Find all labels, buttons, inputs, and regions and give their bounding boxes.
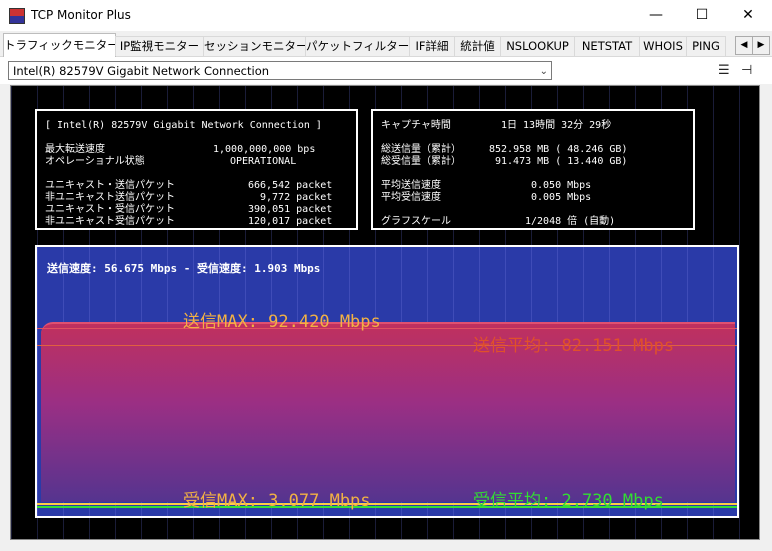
recv-max-label: 受信MAX: 3.077 Mbps xyxy=(183,491,371,511)
info-label: 最大転送速度 xyxy=(45,144,105,155)
tab-netstat[interactable]: NETSTAT xyxy=(574,36,640,56)
tab-strip: トラフィックモニター IP監視モニター セッションモニター パケットフィルター … xyxy=(0,32,772,57)
tab-if-detail[interactable]: IF詳細 xyxy=(409,36,455,56)
info-label: 総送信量（累計） xyxy=(381,144,461,155)
adapter-info-box: [ Intel(R) 82579V Gigabit Network Connec… xyxy=(35,109,358,230)
capture-value: 1日 13時間 32分 29秒 xyxy=(501,120,612,131)
capture-label: キャプチャ時間 xyxy=(381,120,451,131)
info-label: ユニキャスト・送信パケット xyxy=(45,180,175,191)
current-speed-readout: 送信速度: 56.675 Mbps - 受信速度: 1.903 Mbps xyxy=(47,262,321,275)
adapter-select-value: Intel(R) 82579V Gigabit Network Connecti… xyxy=(13,64,270,78)
tab-ping[interactable]: PING xyxy=(686,36,726,56)
tab-ip-monitor[interactable]: IP監視モニター xyxy=(115,36,204,56)
info-value: OPERATIONAL xyxy=(230,156,297,167)
info-value: 852.958 MB ( 48.246 GB) xyxy=(489,144,628,155)
info-label: 総受信量（累計） xyxy=(381,156,461,167)
traffic-graph: 送信速度: 56.675 Mbps - 受信速度: 1.903 Mbps 送信M… xyxy=(35,245,739,518)
close-button[interactable]: ✕ xyxy=(725,0,771,31)
tab-scroll-right-icon[interactable]: ▶ xyxy=(752,36,770,55)
info-label: ユニキャスト・受信パケット xyxy=(45,204,175,215)
info-value: 0.005 Mbps xyxy=(531,192,592,203)
tab-packet-filter[interactable]: パケットフィルター xyxy=(305,36,410,56)
send-avg-label: 送信平均: 82.151 Mbps xyxy=(473,336,675,356)
adapter-header: [ Intel(R) 82579V Gigabit Network Connec… xyxy=(45,120,322,131)
tab-nslookup[interactable]: NSLOOKUP xyxy=(500,36,575,56)
info-label: 非ユニキャスト受信パケット xyxy=(45,216,175,227)
tab-statistics[interactable]: 統計値 xyxy=(454,36,501,56)
info-value: 1,000,000,000 bps xyxy=(213,144,316,155)
minimize-button[interactable]: — xyxy=(633,0,679,31)
tab-scroll-left-icon[interactable]: ◀ xyxy=(735,36,753,55)
info-label: オペレーショナル状態 xyxy=(45,156,145,167)
traffic-monitor-panel: [ Intel(R) 82579V Gigabit Network Connec… xyxy=(10,85,760,540)
list-icon[interactable]: ☰ xyxy=(718,63,730,78)
scale-value: 1/2048 倍 (自動) xyxy=(525,216,616,227)
maximize-button[interactable]: ☐ xyxy=(679,0,725,31)
window-title: TCP Monitor Plus xyxy=(31,8,131,22)
title-bar: TCP Monitor Plus — ☐ ✕ xyxy=(0,0,772,31)
tab-whois[interactable]: WHOIS xyxy=(639,36,687,56)
capture-info-box: キャプチャ時間 1日 13時間 32分 29秒 総送信量（累計） 852.958… xyxy=(371,109,695,230)
pin-icon[interactable]: ⊣ xyxy=(741,63,752,78)
info-value: 666,542 packet xyxy=(248,180,333,191)
tab-traffic-monitor[interactable]: トラフィックモニター xyxy=(3,33,116,57)
scale-label: グラフスケール xyxy=(381,216,451,227)
info-label: 平均送信速度 xyxy=(381,180,441,191)
info-value: 120,017 packet xyxy=(248,216,333,227)
adapter-select[interactable]: Intel(R) 82579V Gigabit Network Connecti… xyxy=(8,61,552,80)
recv-avg-label: 受信平均: 2.730 Mbps xyxy=(473,491,664,511)
info-value: 9,772 packet xyxy=(260,192,333,203)
tab-session-monitor[interactable]: セッションモニター xyxy=(203,36,306,56)
chevron-down-icon: ⌄ xyxy=(539,66,548,77)
send-max-line xyxy=(37,328,737,329)
info-value: 390,051 packet xyxy=(248,204,333,215)
send-max-label: 送信MAX: 92.420 Mbps xyxy=(183,312,381,332)
info-value: 0.050 Mbps xyxy=(531,180,592,191)
info-value: 91.473 MB ( 13.440 GB) xyxy=(495,156,628,167)
app-icon xyxy=(9,8,25,24)
toolbar: Intel(R) 82579V Gigabit Network Connecti… xyxy=(0,57,772,84)
info-label: 平均受信速度 xyxy=(381,192,441,203)
info-label: 非ユニキャスト送信パケット xyxy=(45,192,175,203)
